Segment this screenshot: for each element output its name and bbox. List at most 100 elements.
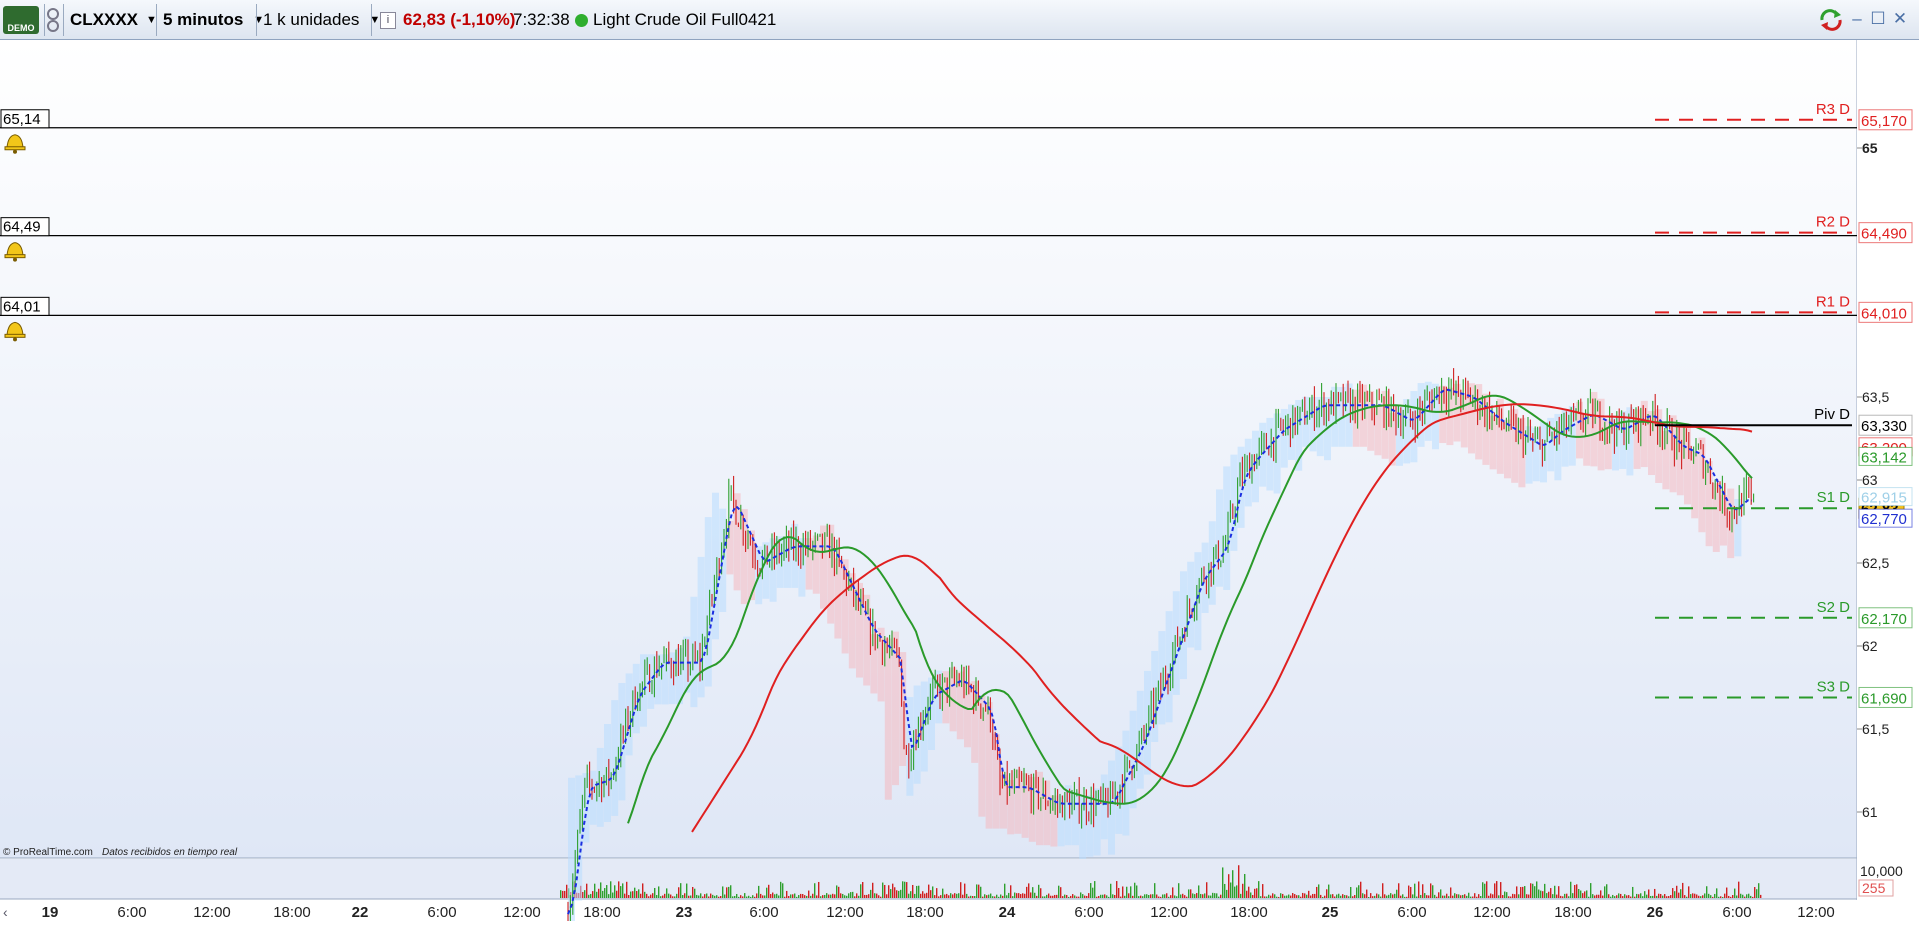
volume-bar — [980, 886, 982, 898]
volume-bar — [1244, 873, 1246, 898]
volume-bar — [1118, 887, 1120, 898]
volume-bar — [1464, 894, 1466, 898]
volume-bar — [824, 894, 826, 898]
volume-bar — [1584, 891, 1586, 898]
price-tick: 63 — [1862, 472, 1878, 488]
volume-bar — [954, 893, 956, 898]
volume-bar — [1708, 893, 1710, 898]
cloud-segment — [1727, 488, 1735, 559]
volume-bar — [970, 895, 972, 898]
volume-bar — [778, 895, 780, 898]
volume-bar — [1088, 893, 1090, 898]
maximize-button[interactable]: ☐ — [1869, 10, 1887, 28]
volume-bar — [1316, 886, 1318, 898]
volume-bar — [1220, 894, 1222, 898]
volume-bar — [906, 882, 908, 898]
volume-bar — [1164, 894, 1166, 898]
volume-bar — [1720, 896, 1722, 898]
close-button[interactable]: ✕ — [1891, 10, 1909, 28]
instrument-selector[interactable]: CLXXXX ▼ — [70, 4, 157, 36]
volume-bar — [1530, 883, 1532, 898]
volume-bar — [1646, 894, 1648, 898]
volume-bar — [766, 887, 768, 898]
volume-bar — [1630, 896, 1632, 898]
volume-bar — [1346, 895, 1348, 898]
cloud-segment — [1028, 777, 1036, 842]
volume-bar — [1004, 883, 1006, 898]
volume-bar — [634, 887, 636, 898]
volume-bar — [1406, 896, 1408, 898]
volume-bar — [1686, 896, 1688, 898]
volume-bar — [886, 894, 888, 898]
volume-bar — [1282, 893, 1284, 898]
refresh-icon[interactable] — [1818, 8, 1844, 32]
volume-bar — [1028, 883, 1030, 898]
volume-bar — [1382, 883, 1384, 898]
volume-bar — [1660, 893, 1662, 898]
volume-bar — [1444, 895, 1446, 898]
cloud-segment — [1079, 795, 1087, 859]
volume-bar — [1364, 894, 1366, 898]
cloud-segment — [1417, 383, 1425, 447]
cloud-segment — [1597, 398, 1605, 471]
volume-bar — [1042, 896, 1044, 898]
volume-bar — [1688, 886, 1690, 898]
timeframe-selector[interactable]: 5 minutos ▼ — [163, 4, 264, 36]
volume-bar — [1710, 895, 1712, 898]
volume-bar — [708, 896, 710, 898]
info-icon[interactable]: i — [380, 12, 396, 29]
volume-bar — [1410, 886, 1412, 898]
cloud-segment — [690, 596, 698, 708]
volume-bar — [1528, 894, 1530, 898]
volume-bar — [1644, 891, 1646, 898]
cloud-segment — [877, 627, 885, 702]
cloud-segment — [1108, 760, 1115, 855]
volume-bar — [1654, 888, 1656, 898]
volume-bar — [1124, 895, 1126, 898]
volume-bar — [814, 883, 816, 898]
chart-area[interactable]: ‹ R3 D 65,170 R2 D 64,490 R1 D 64,010 Piv D 63,… — [0, 40, 1919, 926]
volume-bar — [674, 896, 676, 898]
volume-bar — [1702, 895, 1704, 898]
time-tick: 6:00 — [117, 904, 146, 921]
volume-bar — [1012, 896, 1014, 898]
volume-bar — [1104, 894, 1106, 898]
volume-bar — [1570, 881, 1572, 898]
volume-bar — [1358, 885, 1360, 898]
cloud-segment — [1619, 411, 1627, 469]
volume-bar — [1076, 896, 1078, 898]
alert-label: 65,14 — [3, 111, 41, 128]
price-chart[interactable]: ‹ R3 D 65,170 R2 D 64,490 R1 D 64,010 Piv D 63,… — [0, 40, 1919, 926]
volume-bar — [1594, 895, 1596, 898]
cloud-segment — [582, 773, 590, 843]
volume-bar — [1420, 894, 1422, 898]
minimize-button[interactable]: – — [1848, 10, 1866, 28]
volume-bar — [1368, 896, 1370, 898]
units-selector[interactable]: 1 k unidades ▼ — [263, 4, 380, 36]
volume-bar — [1394, 893, 1396, 898]
price-tick: 61 — [1862, 804, 1878, 820]
volume-bar — [850, 892, 852, 898]
volume-bar — [730, 885, 732, 898]
volume-bar — [1152, 894, 1154, 898]
pivot-value: 64,010 — [1861, 305, 1907, 322]
volume-bar — [1026, 886, 1028, 898]
volume-bar — [956, 893, 958, 898]
volume-bar — [836, 885, 838, 898]
scroll-left-icon[interactable]: ‹ — [3, 904, 8, 920]
volume-bar — [1338, 893, 1340, 898]
volume-bar — [1108, 896, 1110, 898]
cloud-segment — [1136, 690, 1144, 789]
cloud-segment — [1036, 771, 1043, 846]
volume-bar — [1556, 894, 1558, 898]
volume-bar — [1210, 895, 1212, 898]
volume-bar — [648, 896, 650, 898]
volume-bar — [1666, 896, 1668, 898]
volume-bar — [1258, 881, 1260, 898]
volume-bar — [1248, 886, 1250, 898]
volume-bar — [1700, 896, 1702, 898]
volume-bar — [1442, 895, 1444, 898]
link-icon[interactable] — [46, 8, 60, 32]
volume-bar — [670, 894, 672, 898]
volume-bar — [1752, 896, 1754, 898]
